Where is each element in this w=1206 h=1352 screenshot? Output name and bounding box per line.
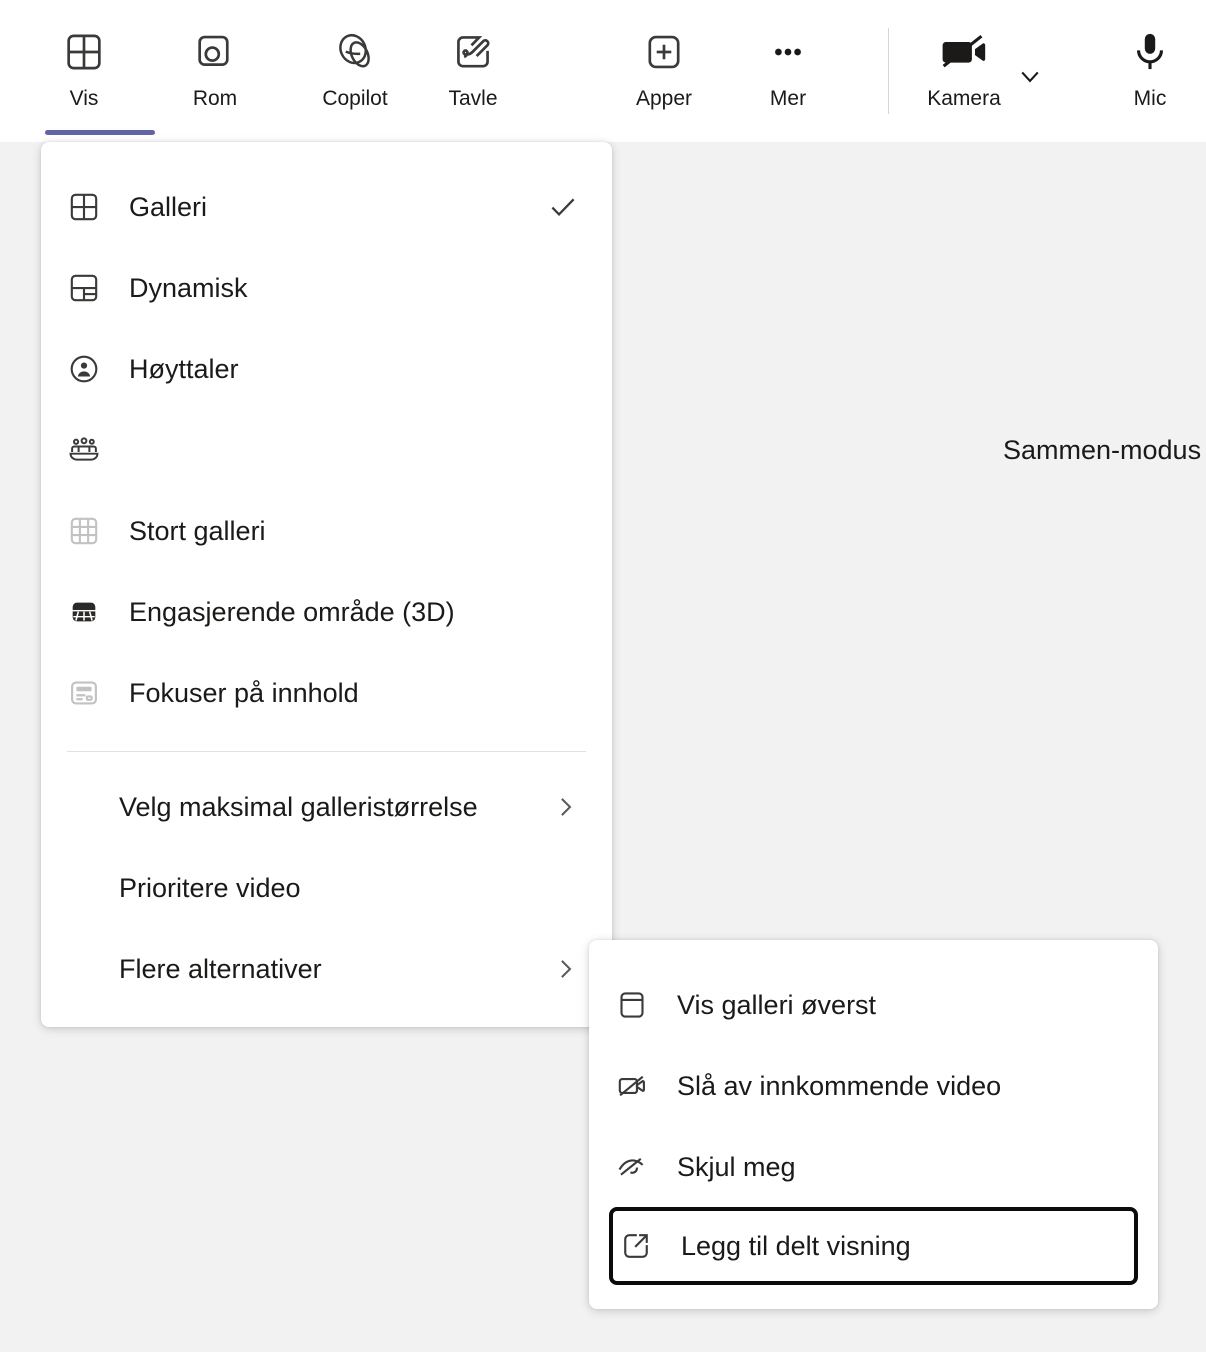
focus-on-content-icon (67, 676, 113, 710)
menu-item-engasjerende-omrade[interactable]: Engasjerende område (3D) (41, 571, 612, 652)
microphone-icon (1125, 26, 1175, 78)
dynamic-view-icon (67, 271, 113, 305)
toolbar-button-apper[interactable]: Apper (604, 26, 724, 112)
speaker-view-icon (67, 352, 113, 386)
meeting-toolbar: Vis Rom Copilot Tavle Apper Mer Kamera M… (0, 0, 1206, 142)
view-menu: Galleri Dynamisk Høyttaler Stort galleri… (41, 142, 612, 1027)
large-gallery-icon (67, 514, 113, 548)
chevron-down-icon (1013, 50, 1047, 102)
gallery-icon (67, 190, 113, 224)
toolbar-label-copilot: Copilot (322, 87, 388, 110)
menu-item-galleri[interactable]: Galleri (41, 166, 612, 247)
menu-item-hoyttaler[interactable]: Høyttaler (41, 328, 612, 409)
menu-label-dynamisk: Dynamisk (129, 272, 248, 303)
toolbar-label-tavle: Tavle (448, 87, 498, 110)
toolbar-button-mic[interactable]: Mic (1090, 26, 1206, 112)
submenu-item-sla-av-innkommende-video[interactable]: Slå av innkommende video (589, 1045, 1158, 1126)
toolbar-label-vis: Vis (69, 87, 99, 110)
add-app-icon (641, 26, 687, 78)
menu-label-engasjerende-omrade: Engasjerende område (3D) (129, 596, 455, 627)
menu-label-prioritere-video: Prioritere video (119, 872, 301, 903)
menu-item-prioritere-video[interactable]: Prioritere video (41, 847, 612, 928)
toolbar-label-kamera: Kamera (927, 87, 1001, 110)
open-new-window-icon (619, 1229, 665, 1263)
menu-label-galleri: Galleri (129, 191, 208, 222)
menu-label-fokuser-pa-innhold: Fokuser på innhold (129, 677, 359, 708)
grid-view-icon (61, 26, 107, 78)
checkmark-icon (546, 190, 580, 224)
submenu-label-sla-av-innkommende-video: Slå av innkommende video (677, 1070, 1002, 1101)
menu-item-stort-galleri[interactable]: Stort galleri (41, 490, 612, 571)
active-tab-indicator (45, 130, 155, 135)
menu-label-velg-maksimal-galleristorrelse: Velg maksimal galleristørrelse (119, 791, 478, 822)
toolbar-label-apper: Apper (635, 87, 693, 110)
menu-item-fokuser-pa-innhold[interactable]: Fokuser på innhold (41, 652, 612, 733)
more-options-submenu: Vis galleri øverst Slå av innkommende vi… (589, 940, 1158, 1309)
submenu-item-legg-til-delt-visning[interactable]: Legg til delt visning (609, 1207, 1138, 1285)
toolbar-button-rom[interactable]: Rom (155, 26, 275, 112)
menu-item-sammen-modus[interactable] (41, 409, 612, 490)
submenu-label-legg-til-delt-visning: Legg til delt visning (681, 1231, 911, 1261)
toolbar-button-tavle[interactable]: Tavle (413, 26, 533, 112)
submenu-label-vis-galleri-overst: Vis galleri øverst (677, 989, 877, 1020)
together-mode-label: Sammen-modus (1003, 435, 1202, 465)
camera-off-icon (937, 26, 991, 78)
camera-dropdown-button[interactable] (1000, 50, 1060, 102)
breakout-room-icon (192, 26, 238, 78)
together-mode-icon (67, 433, 113, 467)
menu-label-hoyttaler: Høyttaler (129, 353, 239, 384)
more-ellipsis-icon (765, 26, 811, 78)
submenu-label-skjul-meg: Skjul meg (677, 1151, 796, 1182)
menu-label-stort-galleri: Stort galleri (129, 515, 266, 546)
toolbar-label-mic: Mic (1133, 87, 1167, 110)
menu-label-flere-alternativer: Flere alternativer (119, 953, 322, 984)
toolbar-button-vis[interactable]: Vis (24, 26, 144, 112)
submenu-item-vis-galleri-overst[interactable]: Vis galleri øverst (589, 964, 1158, 1045)
menu-item-flere-alternativer[interactable]: Flere alternativer (41, 928, 612, 1009)
menu-divider (67, 751, 586, 752)
whiteboard-icon (450, 26, 496, 78)
gallery-on-top-icon (615, 988, 661, 1022)
chevron-right-icon (550, 954, 580, 984)
toolbar-label-mer: Mer (769, 87, 807, 110)
copilot-icon (330, 26, 380, 78)
menu-item-dynamisk[interactable]: Dynamisk (41, 247, 612, 328)
eye-off-icon (615, 1150, 661, 1184)
video-off-icon (615, 1069, 661, 1103)
toolbar-divider (888, 28, 889, 114)
immersive-space-icon (67, 595, 113, 629)
toolbar-button-copilot[interactable]: Copilot (295, 26, 415, 112)
toolbar-button-mer[interactable]: Mer (728, 26, 848, 112)
chevron-right-icon (550, 792, 580, 822)
toolbar-label-rom: Rom (192, 87, 238, 110)
menu-item-velg-maksimal-galleristorrelse[interactable]: Velg maksimal galleristørrelse (41, 766, 612, 847)
submenu-item-skjul-meg[interactable]: Skjul meg (589, 1126, 1158, 1207)
